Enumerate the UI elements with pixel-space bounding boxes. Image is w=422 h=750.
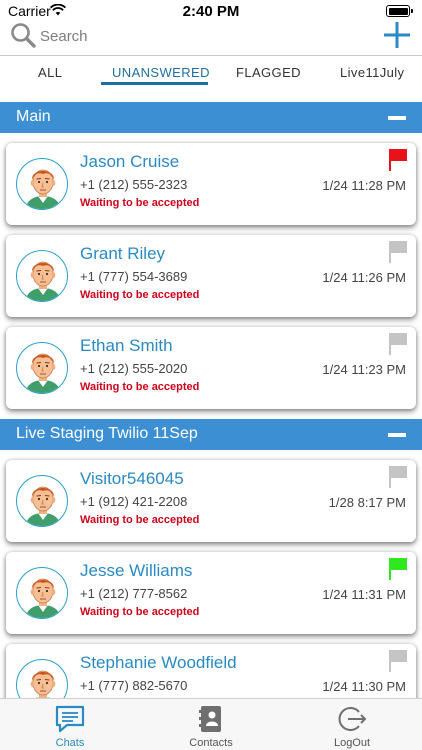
contact-phone: +1 (212) 555-2020: [80, 361, 188, 376]
person-avatar-icon: [16, 659, 68, 698]
search-input[interactable]: [40, 24, 340, 48]
contact-phone: +1 (777) 882-5670: [80, 678, 188, 693]
active-tab-indicator: [101, 82, 208, 85]
group-title: Main: [16, 108, 51, 125]
person-avatar-icon: [16, 475, 68, 527]
logout-icon: [338, 707, 367, 731]
status-bar: Carrier 2:40 PM: [0, 0, 422, 22]
search-bar: [0, 22, 422, 56]
contact-name: Grant Riley: [80, 244, 166, 263]
contact-name: Ethan Smith: [80, 336, 173, 355]
chat-card[interactable]: Jesse Williams +1 (212) 777-8562 Waiting t…: [6, 552, 416, 634]
person-avatar-icon: [16, 342, 68, 394]
tabbar-chats-label: Chats: [55, 737, 85, 749]
flag-icon[interactable]: [389, 466, 407, 488]
chat-status: Waiting to be accepted: [80, 381, 200, 393]
tabbar-logout-label: LogOut: [333, 737, 371, 749]
flag-icon[interactable]: [389, 241, 407, 263]
chat-card[interactable]: Ethan Smith +1 (212) 555-2020 Waiting to b…: [6, 327, 416, 409]
minus-icon[interactable]: [388, 428, 406, 441]
contacts-book-icon: [199, 706, 221, 732]
filter-tabs: ALL UNANSWERED FLAGGED Live11July: [0, 57, 422, 101]
contact-name: Stephanie Woodfield: [80, 653, 237, 672]
person-avatar-icon: [16, 158, 68, 210]
tab-all[interactable]: ALL: [38, 65, 62, 80]
chat-timestamp: 1/24 11:28 PM: [322, 178, 406, 193]
group-title: Live Staging Twilio 11Sep: [16, 425, 198, 442]
contact-name: Jason Cruise: [80, 152, 180, 171]
minus-icon[interactable]: [388, 111, 406, 124]
chat-card[interactable]: Grant Riley +1 (777) 554-3689 Waiting to b…: [6, 235, 416, 317]
tab-flagged[interactable]: FLAGGED: [236, 65, 301, 80]
chat-bubble-icon: [55, 705, 85, 733]
chat-status: Waiting to be accepted: [80, 289, 200, 301]
tabbar-contacts[interactable]: Contacts: [141, 699, 281, 750]
clock: 2:40 PM: [182, 3, 240, 20]
chat-status: Waiting to be accepted: [80, 197, 200, 209]
chat-timestamp: 1/28 8:17 PM: [328, 495, 406, 510]
tabbar-chats[interactable]: Chats: [0, 699, 140, 750]
tab-live11july[interactable]: Live11July: [340, 65, 404, 80]
battery-icon: [386, 5, 413, 17]
tab-unanswered[interactable]: UNANSWERED: [112, 65, 210, 80]
bottom-tab-bar: Chats Contacts LogOut: [0, 698, 422, 750]
flag-icon[interactable]: [389, 333, 407, 355]
tabbar-logout[interactable]: LogOut: [282, 699, 422, 750]
chat-list[interactable]: Main Jason Cruise +1 (212) 555-2323 Waiting…: [0, 102, 422, 698]
chat-timestamp: 1/24 11:30 PM: [322, 679, 406, 694]
group-header[interactable]: Main: [0, 102, 422, 133]
tabbar-contacts-label: Contacts: [189, 737, 233, 749]
person-avatar-icon: [16, 250, 68, 302]
group-header[interactable]: Live Staging Twilio 11Sep: [0, 419, 422, 450]
contact-phone: +1 (212) 555-2323: [80, 177, 188, 192]
add-chat-button[interactable]: [382, 20, 412, 50]
contact-phone: +1 (912) 421-2208: [80, 494, 188, 509]
flag-icon[interactable]: [389, 650, 407, 672]
chat-card[interactable]: Stephanie Woodfield+1 (777) 882-5670Wait…: [6, 644, 416, 698]
search-icon[interactable]: [10, 22, 36, 48]
chat-timestamp: 1/24 11:26 PM: [322, 270, 406, 285]
flag-icon[interactable]: [389, 149, 407, 171]
contact-name: Visitor546045: [80, 469, 184, 488]
contact-phone: +1 (777) 554-3689: [80, 269, 188, 284]
contact-name: Jesse Williams: [80, 561, 193, 580]
chat-card[interactable]: Jason Cruise +1 (212) 555-2323 Waiting to …: [6, 143, 416, 225]
chat-card[interactable]: Visitor546045 +1 (912) 421-2208 Waiting to…: [6, 460, 416, 542]
chat-timestamp: 1/24 11:31 PM: [322, 587, 406, 602]
flag-icon[interactable]: [389, 558, 407, 580]
contact-phone: +1 (212) 777-8562: [80, 586, 188, 601]
chat-status: Waiting to be accepted: [80, 514, 200, 526]
person-avatar-icon: [16, 567, 68, 619]
chat-status: Waiting to be accepted: [80, 606, 200, 618]
chat-timestamp: 1/24 11:23 PM: [322, 362, 406, 377]
